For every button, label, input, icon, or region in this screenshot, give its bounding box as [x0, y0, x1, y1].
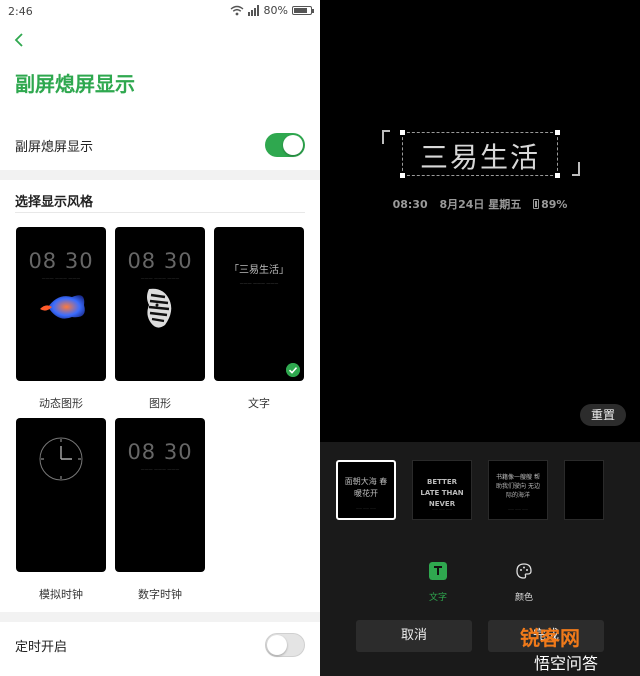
style-section-title: 选择显示风格 [15, 195, 94, 210]
card-date: ——— ——— ——— [140, 276, 180, 281]
card-date: ——— ——— ——— [140, 467, 180, 472]
preview-text: 三易生活 [419, 141, 540, 174]
style-card-label: 动态图形 [39, 397, 83, 410]
style-card-text[interactable]: 「三易生活」 ——— ——— ——— [214, 227, 304, 381]
section-divider [0, 170, 320, 180]
schedule-toggle-switch[interactable] [265, 633, 305, 657]
back-arrow-icon[interactable] [12, 32, 26, 48]
watermark-brand: 锐客网 [520, 626, 580, 650]
style-card-graphic[interactable]: 08 30 ——— ——— ——— [115, 227, 205, 381]
text-thumb[interactable] [564, 460, 604, 520]
tab-label: 文字 [428, 593, 447, 603]
preview-battery: 89% [541, 198, 568, 211]
status-time: 2:46 [8, 5, 33, 18]
signal-icon [247, 5, 259, 16]
section-underline [15, 212, 305, 213]
card-clock: 08 30 [127, 249, 193, 273]
preview-time: 08:30 [392, 198, 428, 211]
card-date: ——— ——— ——— [239, 281, 279, 286]
watermark: 锐客网 悟空问答 [520, 622, 640, 676]
preview-text-box[interactable]: 三易生活 [400, 130, 560, 178]
palette-icon [516, 563, 532, 579]
battery-icon [533, 199, 540, 209]
style-card-label: 数字时钟 [138, 588, 182, 601]
fish-art-icon [40, 295, 85, 319]
status-bar: 2:46 80% [0, 0, 320, 22]
text-editor-panel: 三易生活 08:30 8月24日 星期五 89% 重置 面朝大海 春暖花开 ——… [320, 0, 640, 676]
bracket-open-icon [382, 130, 390, 144]
style-card-label: 文字 [248, 397, 270, 410]
text-thumb[interactable]: 面朝大海 春暖花开 —— —— —— [336, 460, 396, 520]
zebra-art-icon [147, 288, 172, 328]
battery-percent: 80% [263, 4, 288, 17]
style-card-label: 图形 [149, 397, 171, 410]
schedule-toggle-row[interactable]: 定时开启 [0, 622, 320, 670]
reset-button[interactable]: 重置 [580, 404, 626, 426]
tab-label: 颜色 [514, 593, 533, 603]
watermark-sub: 悟空问答 [534, 654, 599, 673]
tab-color[interactable]: 颜色 [504, 562, 544, 603]
main-toggle-switch[interactable] [265, 133, 305, 157]
wifi-icon [230, 5, 243, 16]
main-toggle-row[interactable]: 副屏熄屏显示 [0, 122, 320, 170]
preview-date: 8月24日 星期五 [439, 198, 522, 211]
schedule-toggle-label: 定时开启 [15, 640, 68, 655]
section-divider [0, 612, 320, 622]
thumb-text: 书籍像一艘艘 帮助我们驶向 无边际的海洋 [496, 474, 540, 499]
battery-icon [292, 6, 314, 15]
status-icons: 80% [230, 4, 314, 17]
check-icon [286, 363, 300, 377]
style-card-animated[interactable]: 08 30 ——— ——— ——— [16, 227, 106, 381]
text-thumb[interactable]: 书籍像一艘艘 帮助我们驶向 无边际的海洋 —— —— —— [488, 460, 548, 520]
thumb-text: BETTER LATE THAN NEVER [420, 478, 464, 508]
cancel-button[interactable]: 取消 [356, 620, 472, 652]
thumb-text: 面朝大海 春暖花开 [344, 477, 388, 498]
card-clock: 08 30 [28, 249, 94, 273]
card-text-preview: 「三易生活」 [229, 265, 289, 276]
main-toggle-label: 副屏熄屏显示 [15, 140, 94, 155]
settings-panel: 2:46 80% 副屏熄屏显示 副屏熄屏显示 选择显示风格 08 30 ——— … [0, 0, 320, 676]
style-card-digital[interactable]: 08 30 ——— ——— ——— [115, 418, 205, 572]
preview-info: 08:30 8月24日 星期五 89% [320, 196, 640, 212]
analog-clock-icon [39, 437, 83, 481]
tab-text[interactable]: 文字 [418, 562, 458, 603]
text-thumb[interactable]: BETTER LATE THAN NEVER —— —— —— [412, 460, 472, 520]
card-clock: 08 30 [127, 440, 193, 464]
page-title: 副屏熄屏显示 [15, 72, 135, 96]
card-date: ——— ——— ——— [41, 276, 81, 281]
preview-battery-wrap: 89% [533, 198, 567, 211]
text-icon [429, 562, 447, 580]
style-card-label: 模拟时钟 [39, 588, 83, 601]
bracket-close-icon [572, 162, 580, 176]
style-card-analog[interactable] [16, 418, 106, 572]
